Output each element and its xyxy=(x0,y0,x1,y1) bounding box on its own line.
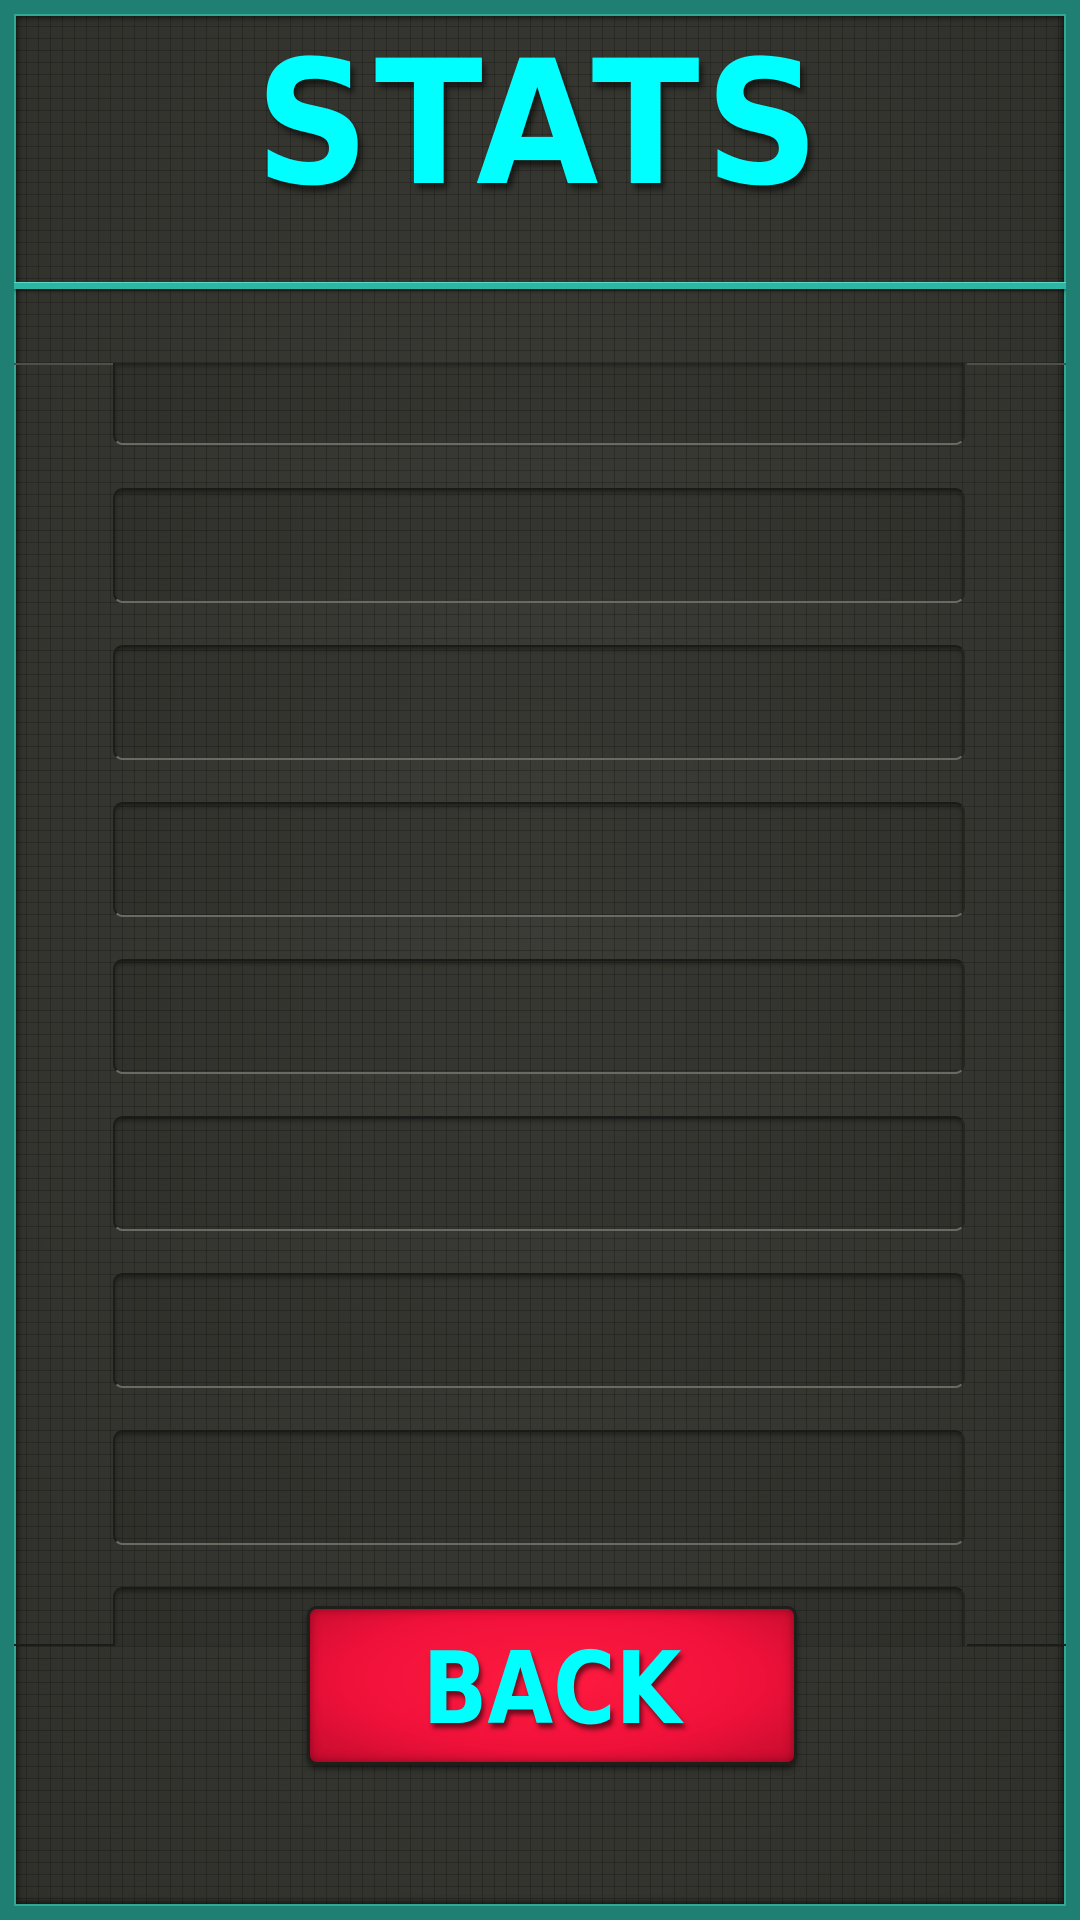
back-button-label: BACK xyxy=(422,1630,682,1747)
page-title: STATS xyxy=(255,23,825,224)
stat-slot xyxy=(113,1116,965,1231)
header-divider xyxy=(14,282,1066,289)
header: STATS xyxy=(14,14,1066,292)
panel-frame-edge xyxy=(14,363,113,365)
stat-slot xyxy=(113,1430,965,1545)
stat-slot xyxy=(113,488,965,603)
stat-slot xyxy=(113,802,965,917)
stat-slot xyxy=(113,959,965,1074)
stat-slot xyxy=(113,1273,965,1388)
stat-slot xyxy=(113,363,965,445)
stats-list xyxy=(113,363,965,1646)
back-button[interactable]: BACK xyxy=(307,1606,797,1765)
panel-frame-edge xyxy=(967,1644,1066,1646)
stat-slot xyxy=(113,645,965,760)
panel-frame-edge xyxy=(967,363,1066,365)
panel-frame-edge xyxy=(14,1644,113,1646)
stats-screen: STATS BACK xyxy=(0,0,1080,1920)
